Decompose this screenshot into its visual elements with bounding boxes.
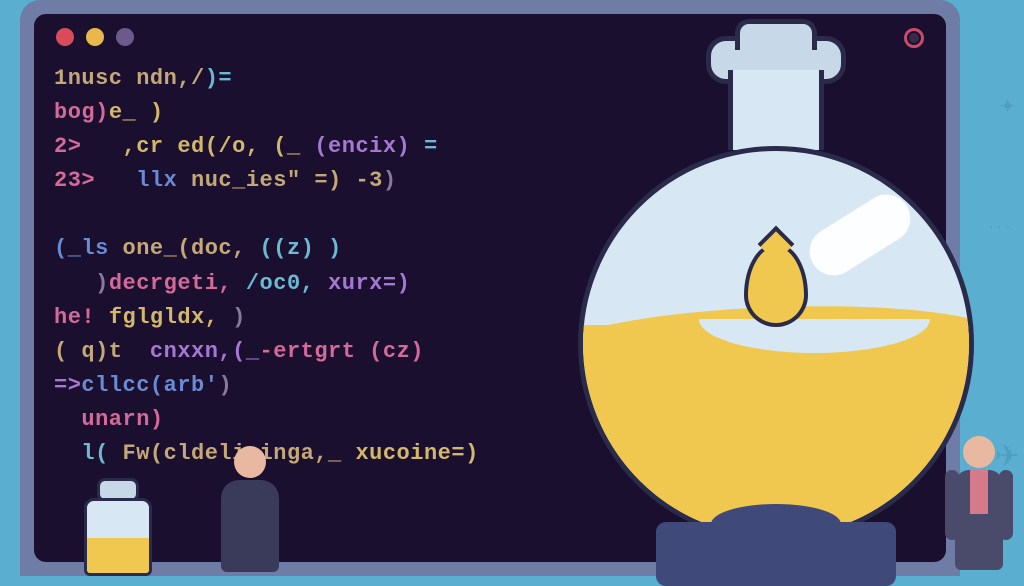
- code-token: 1nusc ndn,/: [54, 66, 205, 91]
- code-token: cllcc(arb': [81, 373, 218, 398]
- code-token: /oc0,: [232, 271, 328, 296]
- code-token: xurx=): [328, 271, 410, 296]
- code-token: e_ ): [109, 100, 164, 125]
- drop-icon: [744, 243, 808, 327]
- code-token: -ertgrt (cz): [260, 339, 424, 364]
- flask-neck: [728, 70, 824, 150]
- close-dot[interactable]: [56, 28, 74, 46]
- code-token: (encix): [314, 134, 410, 159]
- code-token: ,cr ed(/o, (_: [81, 134, 314, 159]
- code-token: he!: [54, 305, 109, 330]
- flask-body: [578, 146, 974, 542]
- small-bottle-body: [84, 498, 152, 576]
- code-token: ( q)t: [54, 339, 150, 364]
- code-token: decrgeti,: [109, 271, 232, 296]
- code-token: l(: [54, 441, 123, 466]
- code-token: =: [410, 134, 437, 159]
- code-token: xucoine=): [342, 441, 479, 466]
- bg-decoration-icon: ✈: [995, 439, 1020, 476]
- code-token: ): [54, 271, 109, 296]
- small-bottle-liquid: [87, 538, 149, 573]
- code-token: llx: [95, 168, 191, 193]
- small-bottle: [84, 478, 152, 576]
- bg-decoration-icon: ✦: [999, 94, 1016, 120]
- code-token: fglgldx,: [109, 305, 219, 330]
- code-token: ): [218, 373, 232, 398]
- code-token: nuc_ies" =) -3: [191, 168, 383, 193]
- window-controls: [56, 28, 134, 46]
- code-gutter: 23>: [54, 168, 95, 193]
- code-token: bog): [54, 100, 109, 125]
- code-token: cnxxn,(_: [150, 339, 260, 364]
- code-token: ((z) ): [246, 236, 342, 261]
- code-token: =>: [54, 373, 81, 398]
- person-left: [210, 446, 290, 576]
- code-token: )=: [205, 66, 232, 91]
- bg-decoration-icon: ···: [987, 220, 1012, 236]
- flask-highlight: [801, 186, 920, 285]
- code-gutter: 2>: [54, 134, 81, 159]
- flask-illustration: [556, 26, 996, 586]
- minimize-dot[interactable]: [86, 28, 104, 46]
- flask-stand: [656, 522, 896, 586]
- code-token: ): [383, 168, 397, 193]
- maximize-dot[interactable]: [116, 28, 134, 46]
- code-token: (_ls: [54, 236, 123, 261]
- code-token: ): [218, 305, 245, 330]
- code-token: one_(doc,: [123, 236, 246, 261]
- code-token: unarn): [54, 407, 164, 432]
